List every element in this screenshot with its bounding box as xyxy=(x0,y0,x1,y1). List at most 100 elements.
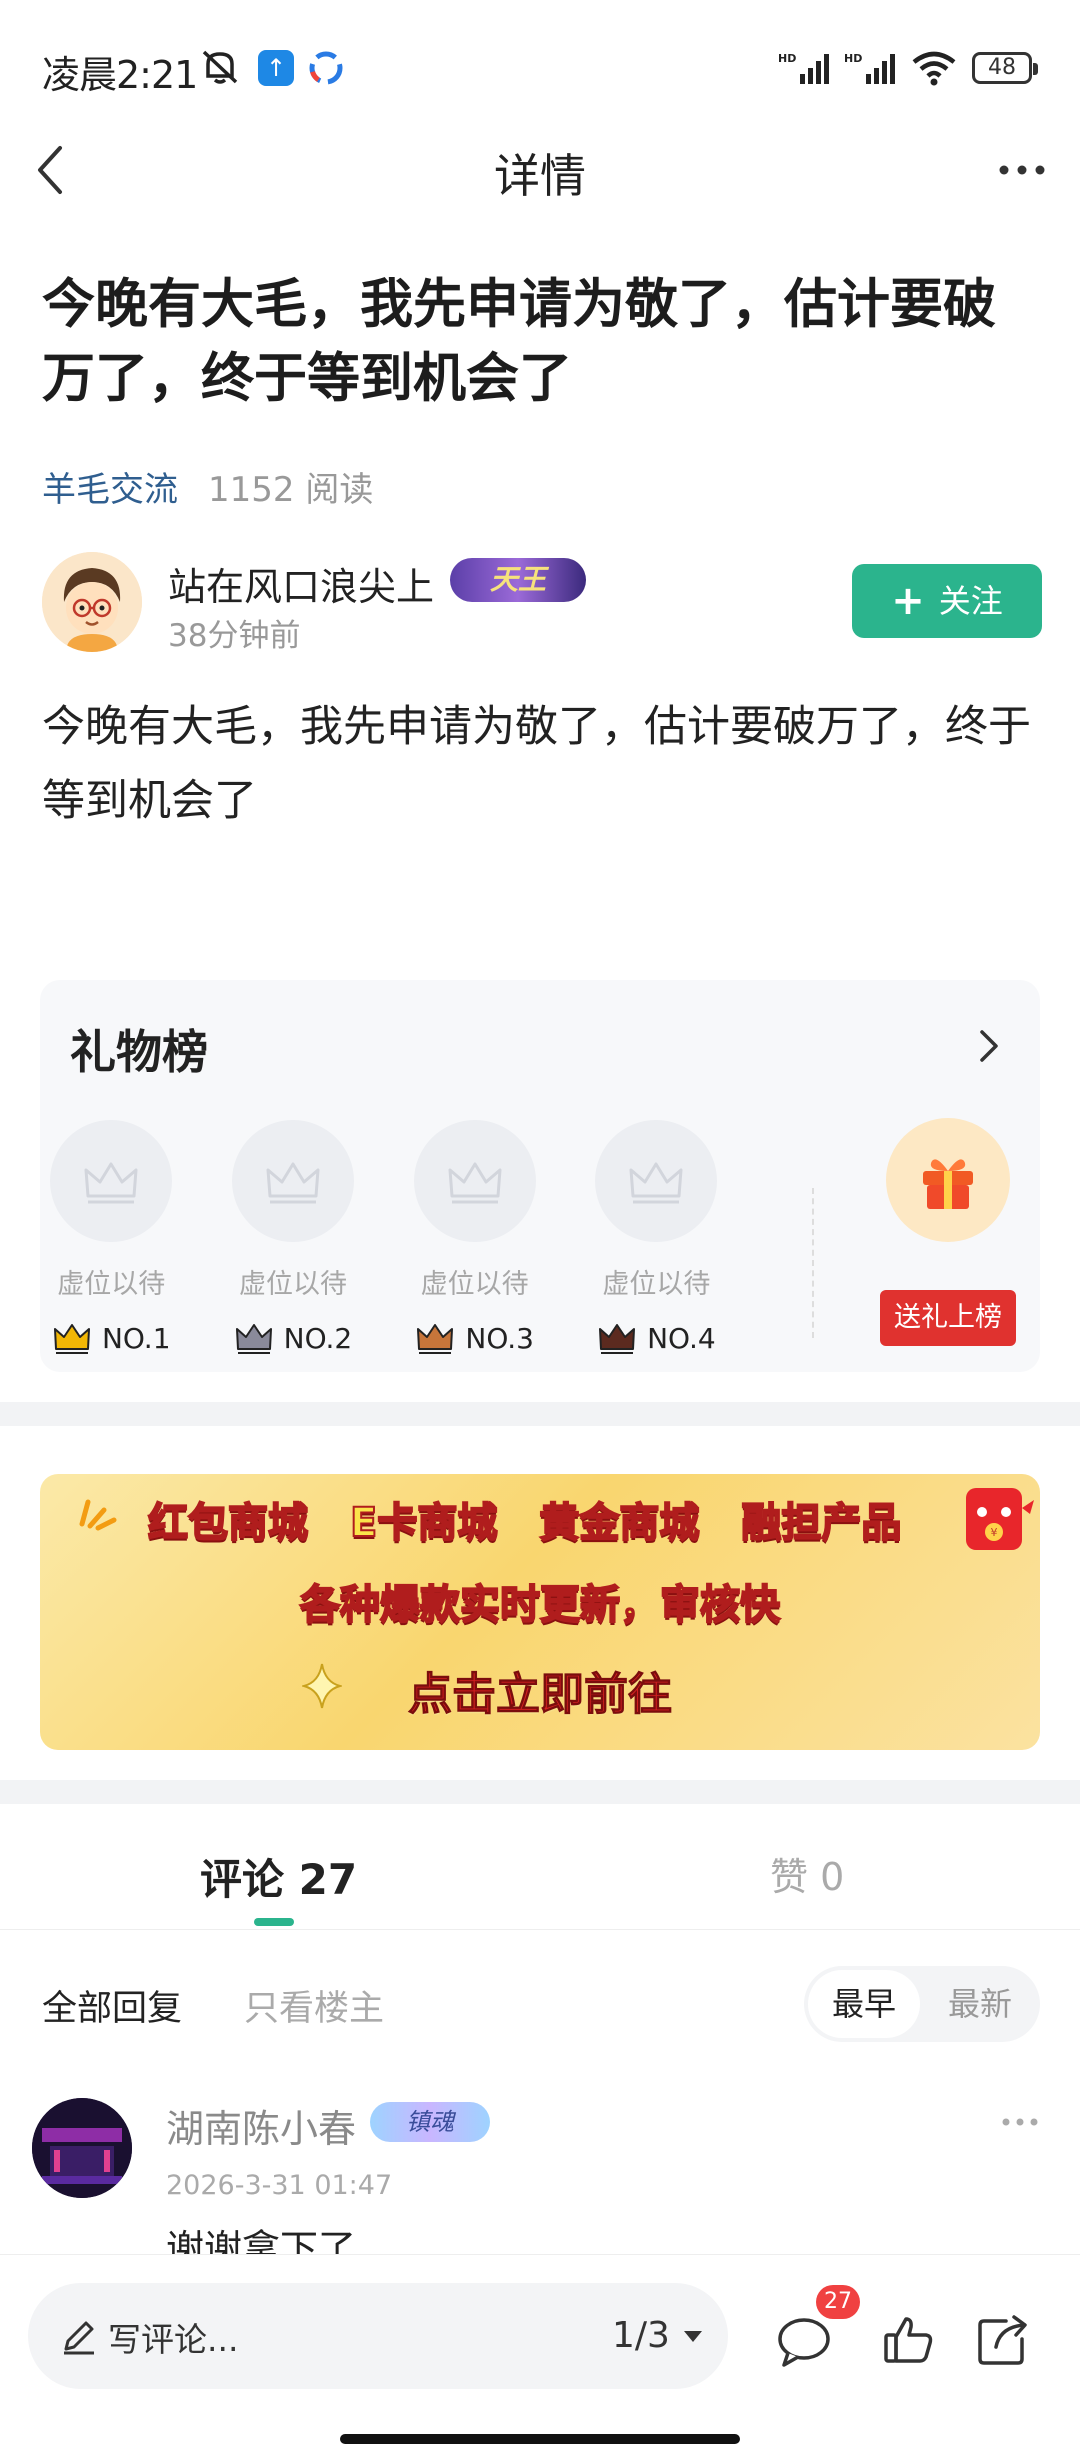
gift-board: 礼物榜 虚位以待 NO.1 虚位以待 NO.2 虚位以待 NO.3 虚位以待 NO.4 送礼上… xyxy=(40,980,1040,1372)
banner-item: 黄金商城 xyxy=(538,1499,700,1547)
write-comment-field[interactable]: 写评论... 1/3 xyxy=(28,2283,728,2389)
comment-filters: 全部回复 只看楼主 最早 最新 xyxy=(0,1966,1080,2044)
comment-time: 2026-3-31 01:47 xyxy=(166,2170,393,2201)
comment-item: 湖南陈小春 镇魂 2026-3-31 01:47 谢谢拿下了 xyxy=(0,2090,1080,2260)
crown-icon xyxy=(599,1324,636,1354)
tab-comments[interactable]: 评论 27 xyxy=(200,1846,357,1907)
sparkle-lines-icon xyxy=(79,1499,117,1531)
author-name[interactable]: 站在风口浪尖上 xyxy=(168,556,434,611)
post-time: 38分钟前 xyxy=(168,618,301,654)
gift-box-icon xyxy=(923,1159,973,1209)
slot-label: 虚位以待 xyxy=(602,1269,711,1300)
crown-outline-icon xyxy=(266,1162,320,1204)
pencil-icon xyxy=(64,2321,94,2355)
banner-cta-wrap: 点击立即前往 xyxy=(40,1658,1040,1722)
status-bar: 凌晨2:21 ↑ HD HD 48 xyxy=(0,0,1080,136)
post-body: 今晚有大毛，我先申请为敬了，估计要破万了，终于等到机会了 xyxy=(42,702,1031,826)
tab-likes[interactable]: 赞 0 xyxy=(770,1846,844,1901)
page-indicator[interactable]: 1/3 xyxy=(612,2315,670,2356)
signal-icon-2: HD xyxy=(844,52,895,84)
red-envelope-mascot-icon: ¥ xyxy=(966,1488,1034,1550)
banner-subtitle: 各种爆款实时更新，审核快 xyxy=(299,1581,781,1629)
follow-label: 关注 xyxy=(938,582,1003,620)
banner-item: 红包商城 xyxy=(147,1499,309,1547)
crown-outline-icon xyxy=(84,1162,138,1204)
svg-text:¥: ¥ xyxy=(991,1526,998,1539)
commenter-name[interactable]: 湖南陈小春 xyxy=(166,2098,356,2153)
promo-banner[interactable]: 红包商城 E卡商城 黄金商城 融担产品 ¥ 各种爆款实时更新，审核快 点击立即前… xyxy=(40,1474,1040,1750)
comment-tabs: 评论 27 赞 0 xyxy=(0,1810,1080,1930)
post-category-link[interactable]: 羊毛交流 xyxy=(42,462,178,511)
caret-down-icon[interactable] xyxy=(682,2329,704,2343)
crown-icon xyxy=(53,1324,90,1354)
slot-label: 虚位以待 xyxy=(57,1269,166,1300)
author-avatar[interactable] xyxy=(42,552,142,652)
crown-outline-icon xyxy=(448,1162,502,1204)
banner-categories: 红包商城 E卡商城 黄金商城 融担产品 xyxy=(147,1490,902,1548)
send-gift-button[interactable]: 送礼上榜 xyxy=(880,1290,1016,1346)
commenter-avatar[interactable] xyxy=(32,2098,132,2198)
signal-icon: HD xyxy=(778,52,829,84)
plus-icon: + xyxy=(891,578,925,624)
author-level-badge: 天王 xyxy=(450,558,586,602)
follow-button[interactable]: + 关注 xyxy=(852,564,1042,638)
active-tab-indicator xyxy=(254,1918,294,1926)
slot-label: 虚位以待 xyxy=(238,1269,347,1300)
crown-outline-icon xyxy=(629,1162,683,1204)
slot-rank: NO.4 xyxy=(594,1321,718,1355)
gift-rank-slot[interactable]: 虚位以待 NO.3 xyxy=(413,1120,537,1355)
slot-rank-label: NO.4 xyxy=(647,1321,716,1355)
top-nav: 详情 xyxy=(0,120,1080,220)
status-time: 凌晨2:21 xyxy=(42,53,198,97)
slot-rank: NO.1 xyxy=(49,1321,173,1355)
gift-rank-slot[interactable]: 虚位以待 NO.4 xyxy=(594,1120,718,1355)
slot-rank: NO.2 xyxy=(231,1321,355,1355)
app2-notification-icon xyxy=(309,51,343,85)
thumbs-up-icon[interactable] xyxy=(882,2313,936,2367)
comment-count-badge: 27 xyxy=(816,2285,860,2319)
commenter-badge: 镇魂 xyxy=(370,2102,490,2142)
gift-rank-slot[interactable]: 虚位以待 NO.2 xyxy=(231,1120,355,1355)
status-right-group: HD HD 48 xyxy=(778,46,1038,90)
gift-divider xyxy=(812,1188,814,1338)
crown-icon xyxy=(417,1324,454,1354)
gift-board-title: 礼物榜 xyxy=(70,1025,208,1079)
slot-rank-label: NO.2 xyxy=(283,1321,353,1355)
filter-op-only[interactable]: 只看楼主 xyxy=(244,1980,384,2031)
mute-bell-icon xyxy=(202,50,238,84)
banner-cta[interactable]: 点击立即前往 xyxy=(408,1669,673,1721)
svg-text:HD: HD xyxy=(778,52,796,65)
avatar-stage-icon xyxy=(32,2098,132,2198)
empty-slot-circle xyxy=(231,1120,354,1242)
empty-slot-circle xyxy=(50,1120,173,1242)
banner-subtitle-wrap: 各种爆款实时更新，审核快 xyxy=(40,1572,1040,1630)
empty-slot-circle xyxy=(413,1120,536,1242)
more-options-icon[interactable] xyxy=(994,150,1050,190)
gift-rank-slot[interactable]: 虚位以待 NO.1 xyxy=(49,1120,173,1355)
sort-latest[interactable]: 最新 xyxy=(930,1970,1030,2038)
app-notification-icon: ↑ xyxy=(258,50,294,86)
banner-item: 融担产品 xyxy=(740,1499,902,1547)
slot-label: 虚位以待 xyxy=(420,1269,529,1300)
filter-all-replies[interactable]: 全部回复 xyxy=(42,1980,182,2031)
crown-icon xyxy=(235,1324,272,1354)
svg-text:HD: HD xyxy=(844,52,862,65)
gift-circle[interactable] xyxy=(886,1118,1010,1242)
chevron-right-icon[interactable] xyxy=(974,1024,1004,1068)
share-icon[interactable] xyxy=(976,2313,1030,2367)
banner-item: E卡商城 xyxy=(349,1499,498,1547)
sort-toggle: 最早 最新 xyxy=(804,1966,1040,2042)
wifi-icon xyxy=(912,51,956,86)
sort-earliest[interactable]: 最早 xyxy=(808,1970,920,2038)
slot-rank: NO.3 xyxy=(413,1321,537,1355)
home-indicator[interactable] xyxy=(340,2434,740,2444)
write-comment-placeholder: 写评论... xyxy=(108,2320,239,2359)
page-title: 详情 xyxy=(494,149,586,203)
post-title: 今晚有大毛，我先申请为敬了，估计要破万了，终于等到机会了 xyxy=(42,274,996,409)
comment-more-icon[interactable] xyxy=(1000,2114,1040,2130)
slot-rank-label: NO.3 xyxy=(465,1321,534,1355)
section-separator xyxy=(0,1780,1080,1804)
slot-rank-label: NO.1 xyxy=(101,1321,171,1355)
comment-bubble-icon[interactable] xyxy=(776,2315,832,2367)
avatar-cartoon-icon xyxy=(42,552,142,652)
